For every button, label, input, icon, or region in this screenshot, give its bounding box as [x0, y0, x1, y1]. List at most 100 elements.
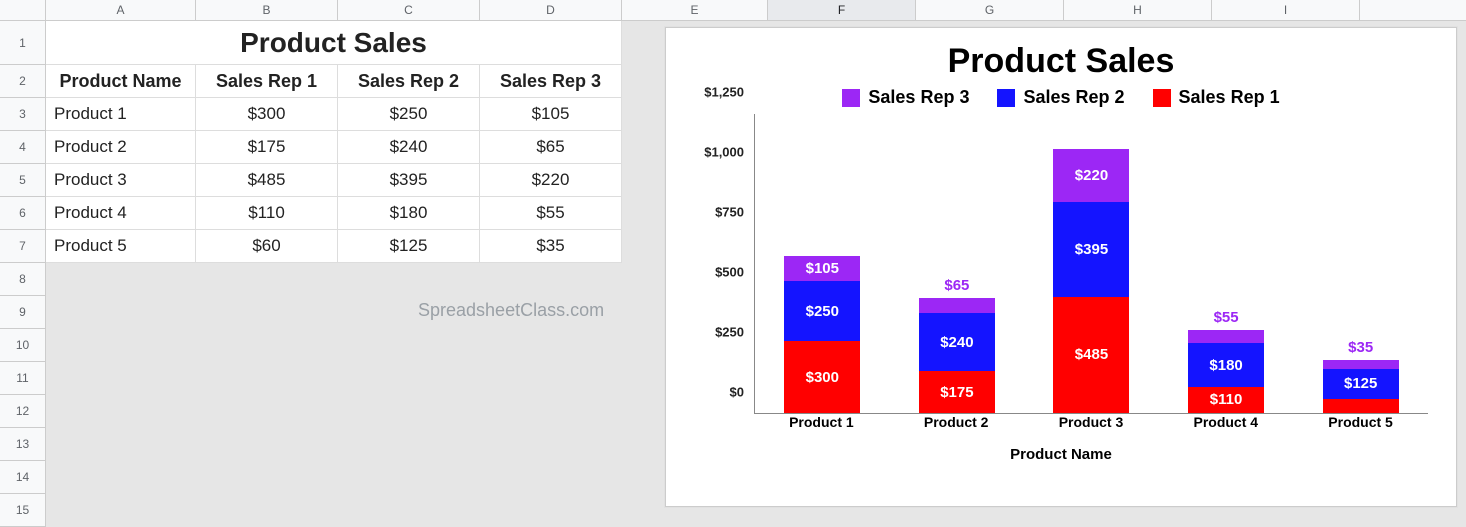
cell-product-name-2[interactable]: Product 2	[46, 131, 196, 163]
x-tick-label: Product 4	[1176, 414, 1276, 444]
row-header-15[interactable]: 15	[0, 494, 45, 527]
bar-stack: $485 $395 $220	[1053, 149, 1129, 413]
column-header-E[interactable]: E	[622, 0, 768, 20]
row-header-10[interactable]: 10	[0, 329, 45, 362]
bar-value-label: $220	[1075, 167, 1108, 184]
cell-rep1-3[interactable]: $485	[196, 164, 338, 196]
bar-segment: $180	[1188, 343, 1264, 386]
cell-rep2-3[interactable]: $395	[338, 164, 480, 196]
select-all-corner[interactable]	[0, 0, 46, 20]
bar-segment: $395	[1053, 202, 1129, 297]
bar-value-label: $240	[940, 334, 973, 351]
row-header-3[interactable]: 3	[0, 98, 45, 131]
cell-rep3-2[interactable]: $65	[480, 131, 622, 163]
row-header-8[interactable]: 8	[0, 263, 45, 296]
y-tick: $1,250	[704, 85, 744, 100]
column-header-C[interactable]: C	[338, 0, 480, 20]
x-tick-label: Product 5	[1311, 414, 1411, 444]
legend-swatch	[1153, 89, 1171, 107]
table-title-cell[interactable]: Product Sales	[46, 21, 622, 64]
bar-stack: $110$180	[1188, 330, 1264, 413]
cell-rep3-1[interactable]: $105	[480, 98, 622, 130]
row-header-7[interactable]: 7	[0, 230, 45, 263]
bar-segment: $300	[784, 341, 860, 413]
bar-stack: $300 $250 $105	[784, 256, 860, 413]
row-header-13[interactable]: 13	[0, 428, 45, 461]
bar-value-label: $105	[806, 260, 839, 277]
cell-rep1-4[interactable]: $110	[196, 197, 338, 229]
bar-group: $300 $250 $105	[772, 256, 872, 413]
bar-segment: $110	[1188, 387, 1264, 413]
x-tick-label: Product 2	[906, 414, 1006, 444]
bar-group: $35$125	[1311, 360, 1411, 413]
chart-bars: $300$250$105$65$175$240$485$395$220$55$1…	[755, 114, 1428, 413]
bar-stack: $175 $240	[919, 298, 995, 413]
bar-segment: $125	[1323, 369, 1399, 399]
cell-rep1-1[interactable]: $300	[196, 98, 338, 130]
y-tick: $500	[715, 265, 744, 280]
header-product-name[interactable]: Product Name	[46, 65, 196, 97]
bar-value-label: $250	[806, 303, 839, 320]
cell-rep1-2[interactable]: $175	[196, 131, 338, 163]
bar-group: $55$110$180	[1176, 330, 1276, 413]
bar-value-label-floating: $35	[1348, 339, 1373, 356]
legend-item: Sales Rep 2	[997, 87, 1124, 108]
legend-item: Sales Rep 3	[842, 87, 969, 108]
row-header-4[interactable]: 4	[0, 131, 45, 164]
header-sales-rep-3[interactable]: Sales Rep 3	[480, 65, 622, 97]
chart-legend: Sales Rep 3Sales Rep 2Sales Rep 1	[666, 87, 1456, 108]
bar-value-label: $485	[1075, 346, 1108, 363]
cell-product-name-4[interactable]: Product 4	[46, 197, 196, 229]
row-header-9[interactable]: 9	[0, 296, 45, 329]
bar-segment: $175	[919, 371, 995, 413]
cell-rep3-3[interactable]: $220	[480, 164, 622, 196]
data-region: Product SalesProduct NameSales Rep 1Sale…	[46, 21, 622, 263]
cell-rep3-5[interactable]: $35	[480, 230, 622, 262]
bar-value-label: $125	[1344, 375, 1377, 392]
legend-label: Sales Rep 2	[1023, 87, 1124, 108]
row-header-2[interactable]: 2	[0, 65, 45, 98]
header-sales-rep-1[interactable]: Sales Rep 1	[196, 65, 338, 97]
column-header-H[interactable]: H	[1064, 0, 1212, 20]
x-tick-label: Product 3	[1041, 414, 1141, 444]
bar-segment: $250	[784, 281, 860, 341]
cell-rep2-5[interactable]: $125	[338, 230, 480, 262]
cell-rep3-4[interactable]: $55	[480, 197, 622, 229]
row-header-11[interactable]: 11	[0, 362, 45, 395]
row-header-12[interactable]: 12	[0, 395, 45, 428]
chart-plot: $300$250$105$65$175$240$485$395$220$55$1…	[754, 114, 1428, 414]
column-header-A[interactable]: A	[46, 0, 196, 20]
column-header-D[interactable]: D	[480, 0, 622, 20]
bar-value-label: $395	[1075, 241, 1108, 258]
y-tick: $750	[715, 205, 744, 220]
cell-rep2-1[interactable]: $250	[338, 98, 480, 130]
bar-segment	[1323, 360, 1399, 368]
bar-value-label: $300	[806, 369, 839, 386]
cell-product-name-1[interactable]: Product 1	[46, 98, 196, 130]
row-header-5[interactable]: 5	[0, 164, 45, 197]
chart-x-title: Product Name	[666, 446, 1456, 463]
column-header-F[interactable]: F	[768, 0, 916, 20]
chart-container[interactable]: Product Sales Sales Rep 3Sales Rep 2Sale…	[665, 27, 1457, 507]
cells-area[interactable]: Product SalesProduct NameSales Rep 1Sale…	[46, 21, 1466, 527]
bar-segment: $240	[919, 313, 995, 371]
row-header-6[interactable]: 6	[0, 197, 45, 230]
x-tick-label: Product 1	[771, 414, 871, 444]
column-header-B[interactable]: B	[196, 0, 338, 20]
bar-group: $65$175$240	[907, 298, 1007, 413]
cell-rep1-5[interactable]: $60	[196, 230, 338, 262]
column-header-I[interactable]: I	[1212, 0, 1360, 20]
chart-y-axis: $0$250$500$750$1,000$1,250	[690, 114, 750, 414]
spreadsheet: ABCDEFGHI 123456789101112131415 Product …	[0, 0, 1466, 527]
header-sales-rep-2[interactable]: Sales Rep 2	[338, 65, 480, 97]
cell-rep2-2[interactable]: $240	[338, 131, 480, 163]
cell-product-name-3[interactable]: Product 3	[46, 164, 196, 196]
column-header-G[interactable]: G	[916, 0, 1064, 20]
cell-product-name-5[interactable]: Product 5	[46, 230, 196, 262]
bar-group: $485 $395 $220	[1041, 149, 1141, 413]
cell-rep2-4[interactable]: $180	[338, 197, 480, 229]
row-header-14[interactable]: 14	[0, 461, 45, 494]
bar-segment	[1323, 399, 1399, 413]
row-header-1[interactable]: 1	[0, 21, 45, 65]
bar-segment	[919, 298, 995, 314]
